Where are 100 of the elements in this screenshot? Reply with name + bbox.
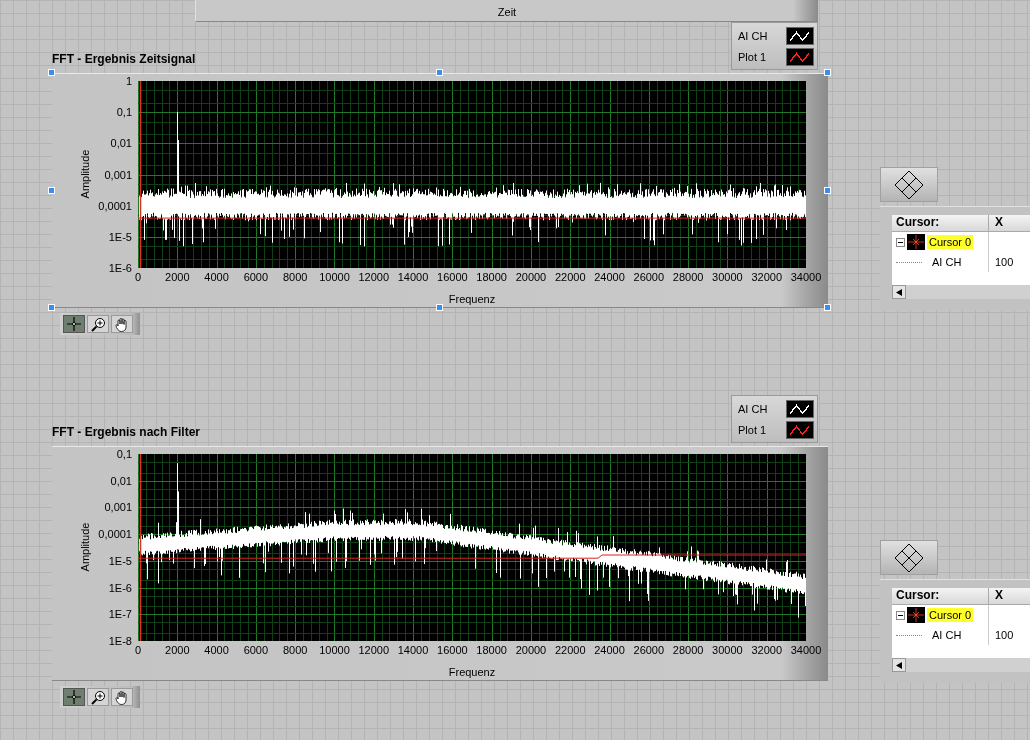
- crosshair-icon: [67, 690, 81, 704]
- x-tick-label: 12000: [358, 271, 390, 283]
- selection-handle[interactable]: [824, 304, 831, 311]
- graph-frame[interactable]: Amplitude 1 0,1 0,01 0,001 0,0001 1E-5 1E-6 0 2000 4000 6000 8000 10000 12000 14000 16000 18000 20000 22000 24000 26000 28000 30000 32000 34000 Frequenz: [52, 73, 828, 308]
- x-tick-label: 18000: [476, 271, 507, 283]
- spectrum-plot[interactable]: [138, 454, 806, 641]
- x-tick-label: 0: [134, 271, 142, 283]
- plot-line-swatch[interactable]: [786, 47, 814, 66]
- y-tick-label: 0,1: [116, 448, 132, 460]
- plot-line-swatch[interactable]: [786, 26, 814, 45]
- y-tick-label: 1E-6: [108, 581, 132, 594]
- pan-tool-button[interactable]: [111, 315, 133, 333]
- selection-handle[interactable]: [436, 304, 443, 311]
- hand-icon: [115, 689, 129, 705]
- column-header: X: [994, 215, 1003, 231]
- y-tick-label: 0,001: [104, 501, 132, 514]
- x-tick-label: 14000: [397, 271, 429, 283]
- y-tick-label: 0,0001: [98, 199, 132, 212]
- y-axis-label: Amplitude: [79, 522, 91, 572]
- x-tick-label: 24000: [594, 271, 625, 283]
- cursor-name[interactable]: Cursor 0: [927, 608, 974, 622]
- x-tick-label: 20000: [515, 271, 547, 283]
- collapse-icon[interactable]: [896, 610, 905, 620]
- cursor-name[interactable]: Cursor 0: [927, 235, 974, 249]
- legend-label: Plot 1: [738, 423, 767, 436]
- y-tick-label: 0,1: [116, 106, 132, 119]
- plot-name: AI CH: [932, 256, 962, 268]
- y-tick-label: 1E-6: [108, 262, 132, 274]
- x-value: 100: [994, 256, 1014, 268]
- crosshair-icon: [907, 234, 925, 250]
- x-tick-label: 10000: [319, 271, 350, 283]
- x-tick-label: 34000: [790, 271, 822, 283]
- x-tick-label: 2000: [165, 271, 190, 283]
- zoom-icon: [90, 316, 106, 332]
- legend-label: AI CH: [738, 29, 768, 42]
- column-header: Cursor:: [892, 588, 989, 604]
- pan-tool-button[interactable]: [111, 688, 133, 706]
- x-tick-label: 12000: [358, 644, 390, 656]
- x-tick-label: 24000: [594, 644, 625, 656]
- x-tick-label: 20000: [515, 644, 547, 656]
- spectrum-plot[interactable]: [138, 81, 806, 268]
- y-tick-label: 1E-8: [108, 635, 132, 647]
- x-tick-label: 26000: [633, 644, 665, 656]
- x-tick-label: 28000: [672, 644, 704, 656]
- left-arrow-icon[interactable]: [896, 288, 902, 296]
- x-axis-label: Frequenz: [448, 293, 496, 305]
- graph-title: FFT - Ergebnis Zeitsignal: [52, 52, 196, 66]
- x-tick-label: 6000: [243, 644, 269, 656]
- zoom-tool-button[interactable]: [87, 315, 109, 333]
- x-tick-label: 26000: [633, 271, 665, 283]
- x-tick-label: 22000: [554, 271, 586, 283]
- selection-handle[interactable]: [48, 69, 55, 76]
- horizontal-scrollbar[interactable]: [892, 658, 1030, 672]
- x-value: 100: [994, 629, 1014, 641]
- x-tick-label: 16000: [437, 271, 468, 283]
- hand-icon: [115, 316, 129, 332]
- selection-handle[interactable]: [48, 186, 55, 194]
- horizontal-scrollbar[interactable]: [892, 285, 1030, 299]
- x-axis-label: Zeit: [497, 6, 517, 18]
- plot-line-swatch[interactable]: [786, 399, 814, 418]
- x-tick-label: 30000: [712, 271, 743, 283]
- graph-frame[interactable]: Zeit: [195, 0, 818, 22]
- x-tick-label: 0: [134, 644, 142, 656]
- y-axis-label: Amplitude: [79, 149, 91, 199]
- cursor-mover-button[interactable]: [880, 167, 938, 202]
- y-tick-label: 1: [125, 75, 132, 87]
- y-tick-label: 1E-5: [108, 554, 132, 567]
- selection-handle[interactable]: [436, 69, 443, 76]
- crosshair-icon: [907, 607, 925, 623]
- x-tick-label: 8000: [282, 644, 308, 656]
- collapse-icon[interactable]: [896, 237, 905, 247]
- selection-handle[interactable]: [824, 186, 831, 194]
- y-tick-label: 0,0001: [98, 528, 132, 541]
- cursor-mover-button[interactable]: [880, 540, 938, 575]
- x-tick-label: 34000: [790, 644, 822, 656]
- crosshair-icon: [67, 317, 81, 331]
- x-tick-label: 8000: [282, 271, 308, 283]
- diamond-icon: [893, 168, 925, 201]
- x-tick-label: 16000: [437, 644, 468, 656]
- plot-name: AI CH: [932, 629, 962, 641]
- x-tick-label: 32000: [751, 271, 782, 283]
- column-header: Cursor:: [892, 215, 989, 231]
- x-tick-label: 2000: [165, 644, 190, 656]
- plot-line-swatch[interactable]: [786, 420, 814, 439]
- legend-label: Plot 1: [738, 50, 767, 63]
- x-tick-label: 22000: [554, 644, 586, 656]
- y-tick-label: 0,001: [104, 168, 132, 181]
- zoom-tool-button[interactable]: [87, 688, 109, 706]
- x-tick-label: 14000: [397, 644, 429, 656]
- selection-handle[interactable]: [48, 304, 55, 311]
- x-tick-label: 28000: [672, 271, 704, 283]
- y-tick-label: 0,01: [110, 474, 132, 487]
- selection-handle[interactable]: [824, 69, 831, 76]
- x-axis-label: Frequenz: [448, 666, 496, 678]
- x-tick-label: 4000: [204, 644, 229, 656]
- legend-label: AI CH: [738, 402, 768, 415]
- left-arrow-icon[interactable]: [896, 661, 902, 669]
- x-tick-label: 30000: [712, 644, 743, 656]
- y-tick-label: 1E-5: [108, 230, 132, 243]
- y-tick-label: 1E-7: [108, 608, 132, 621]
